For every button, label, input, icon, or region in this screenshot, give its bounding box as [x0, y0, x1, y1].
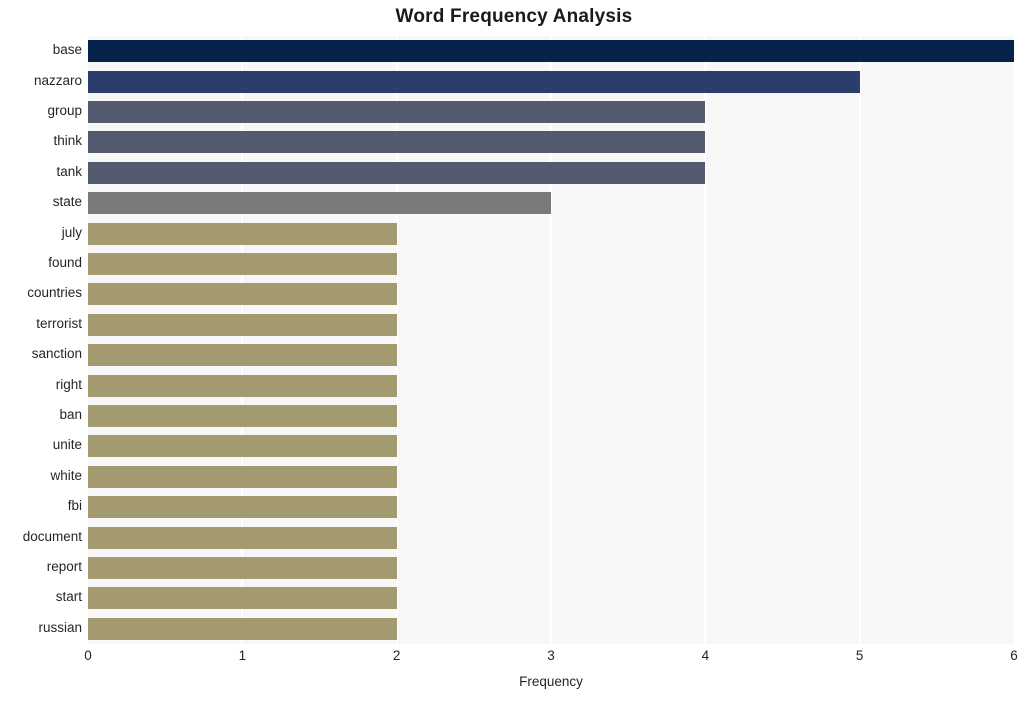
- y-tick-label-july: july: [61, 224, 82, 240]
- y-tick-label-nazzaro: nazzaro: [33, 72, 82, 88]
- bar-nazzaro: [88, 70, 860, 93]
- bar-row: [88, 313, 1014, 336]
- y-tick-label-right: right: [55, 376, 82, 392]
- bar-group: [88, 101, 706, 123]
- x-axis-tick-labels: 0 1 2 3 4 5 6: [84, 644, 1018, 668]
- x-tick-label-4: 4: [701, 648, 710, 663]
- x-tick-label-2: 2: [392, 648, 401, 663]
- x-axis-title: Frequency: [519, 674, 583, 689]
- bar-fbi: [88, 496, 397, 519]
- y-tick-label-white: white: [50, 467, 82, 483]
- y-tick-label-think: think: [53, 133, 82, 149]
- x-tick-label-0: 0: [84, 648, 92, 663]
- bar-row: [88, 374, 1014, 397]
- bar-sanction: [88, 344, 397, 367]
- bar-right: [88, 374, 397, 397]
- y-axis-tick-labels: base nazzaro group think tank state july found c…: [0, 36, 82, 644]
- bar-terrorist: [88, 313, 397, 336]
- x-tick-label-3: 3: [547, 648, 555, 663]
- bar-row: [88, 161, 1014, 184]
- plot-area: [88, 36, 1015, 644]
- bar-white: [88, 465, 397, 488]
- y-tick-label-document: document: [22, 528, 82, 544]
- bar-row: [88, 344, 1014, 367]
- bar-start: [88, 587, 397, 610]
- bar-row: [88, 131, 1014, 154]
- bar-row: [88, 617, 1014, 640]
- bar-row: [88, 435, 1014, 458]
- bar-row: [88, 70, 1014, 93]
- bar-row: [88, 526, 1014, 549]
- bar-row: [88, 496, 1014, 519]
- bar-row: [88, 192, 1014, 215]
- y-tick-label-start: start: [55, 589, 82, 605]
- bar-row: [88, 587, 1014, 610]
- bar-unite: [88, 435, 397, 458]
- y-tick-label-state: state: [52, 194, 82, 210]
- y-tick-label-tank: tank: [56, 163, 82, 179]
- x-tick-label-5: 5: [855, 648, 864, 663]
- bar-tank: [88, 161, 706, 184]
- y-tick-label-base: base: [52, 42, 82, 58]
- bar-row: [88, 557, 1014, 579]
- chart-title: Word Frequency Analysis: [395, 6, 633, 27]
- bar-row: [88, 253, 1014, 275]
- bar-ban: [88, 405, 397, 427]
- y-tick-label-russian: russian: [38, 619, 82, 635]
- y-tick-label-terrorist: terrorist: [36, 315, 82, 331]
- x-tick-label-6: 6: [1010, 648, 1018, 663]
- bar-july: [88, 222, 397, 245]
- bar-row: [88, 465, 1014, 488]
- y-tick-label-report: report: [46, 559, 82, 574]
- bar-row: [88, 101, 1014, 123]
- bar-state: [88, 192, 551, 215]
- bar-document: [88, 526, 397, 549]
- bars-group: [88, 36, 1014, 644]
- bar-base: [88, 40, 1014, 63]
- bar-row: [88, 40, 1014, 63]
- chart-figure: Word Frequency Analysis base nazzaro group…: [0, 0, 1028, 701]
- bar-row: [88, 405, 1014, 427]
- y-tick-label-fbi: fbi: [67, 498, 82, 514]
- bar-report: [88, 557, 397, 579]
- y-tick-label-sanction: sanction: [31, 346, 82, 362]
- bar-found: [88, 253, 397, 275]
- x-tick-label-1: 1: [238, 648, 247, 663]
- y-tick-label-ban: ban: [59, 407, 82, 422]
- y-tick-label-found: found: [48, 255, 82, 270]
- y-tick-label-group: group: [47, 103, 82, 118]
- bar-countries: [88, 283, 397, 306]
- bar-think: [88, 131, 706, 154]
- y-tick-label-countries: countries: [27, 285, 82, 301]
- y-tick-label-unite: unite: [52, 437, 82, 453]
- bar-russian: [88, 617, 397, 640]
- bar-row: [88, 222, 1014, 245]
- bar-row: [88, 283, 1014, 306]
